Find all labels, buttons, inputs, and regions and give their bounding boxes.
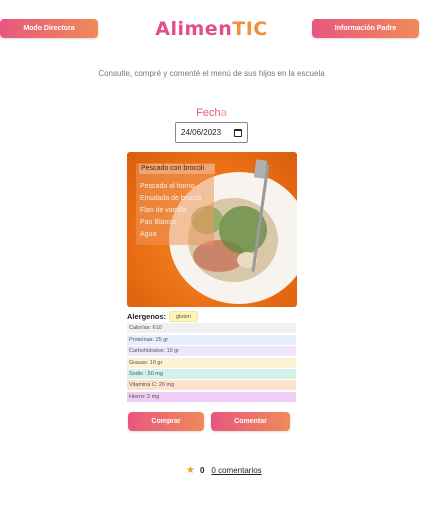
menu-item: Pan Blanco xyxy=(140,219,176,226)
allergen-badge: gluten xyxy=(169,311,198,322)
nutrition-row: Calorías: 610 xyxy=(127,323,296,333)
nutrition-row: Sodio : 50 mg xyxy=(127,369,296,379)
page-subtitle: Consulte, compré y comenté el menú de su… xyxy=(98,69,325,78)
date-label-main: Fech xyxy=(196,107,221,119)
buy-button[interactable]: Comprar xyxy=(128,412,204,431)
date-input[interactable]: 24/06/2023 xyxy=(175,122,248,143)
date-value: 24/06/2023 xyxy=(181,128,222,137)
comment-button[interactable]: Comentar xyxy=(211,412,290,431)
menu-item: Ensalada de brocoli xyxy=(140,195,202,202)
rating-bar: ★ 0 0 comentarios xyxy=(186,465,262,476)
menu-item: Agua xyxy=(140,231,157,238)
allergens-label: Alergenos: xyxy=(127,312,167,321)
calendar-icon[interactable] xyxy=(234,129,242,137)
nutrition-row: Vitamina C: 20 mg xyxy=(127,380,296,390)
menu-item: Pescado al horno xyxy=(140,183,195,190)
menu-item: Flan de vainilla xyxy=(140,207,187,214)
nutrition-row: Carbohidratos: 10 gr xyxy=(127,346,296,356)
parent-info-button[interactable]: Información Padre xyxy=(312,19,419,38)
comments-link[interactable]: 0 comentarios xyxy=(211,466,261,475)
nutrition-row: Proteínas: 25 gr xyxy=(127,335,296,345)
nutrition-row: Grasas: 10 gr xyxy=(127,358,296,368)
date-label: Fecha xyxy=(0,107,423,119)
dish-image: Pescado con brocoli Pescado al horno Ens… xyxy=(127,152,297,307)
logo-part-1: Alimen xyxy=(155,18,233,40)
date-label-tail: a xyxy=(220,107,227,119)
nutrition-row: Hierro: 2 mg xyxy=(127,392,296,402)
menu-title: Pescado con brocoli xyxy=(139,164,215,174)
rating-count: 0 xyxy=(199,466,205,475)
logo-part-2: TIC xyxy=(232,18,268,40)
star-icon[interactable]: ★ xyxy=(186,465,195,476)
